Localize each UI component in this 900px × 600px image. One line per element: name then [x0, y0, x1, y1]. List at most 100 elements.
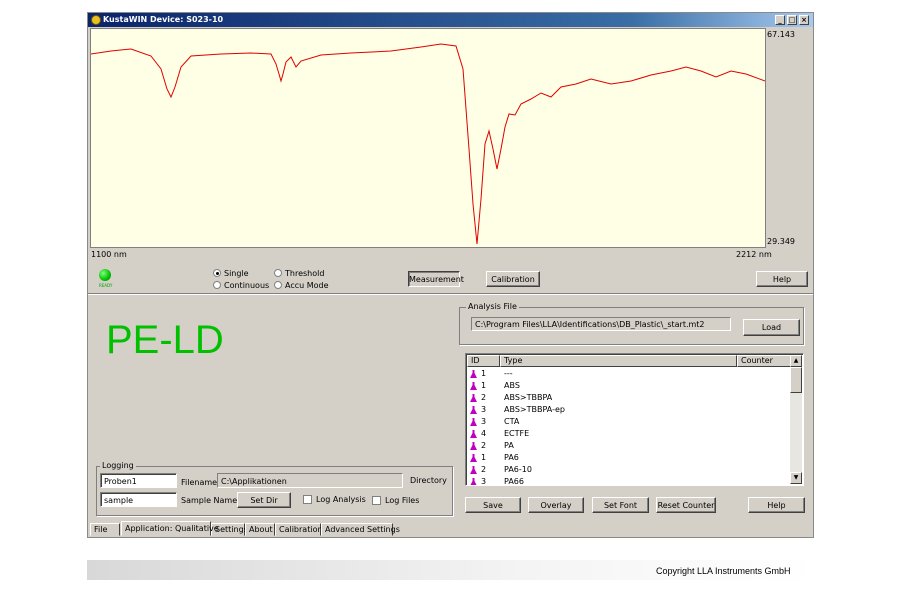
- flask-icon: [470, 454, 477, 462]
- list-item-type: PA: [504, 441, 514, 450]
- list-item-id: 1: [481, 381, 487, 390]
- close-button[interactable]: ×: [799, 15, 809, 25]
- directory-label: Directory: [410, 476, 447, 485]
- list-item-id: 2: [481, 393, 487, 402]
- single-label: Single: [224, 269, 249, 278]
- y-min-label: 29.349: [767, 237, 795, 246]
- analysis-file-path: C:\Program Files\LLA\Identifications\DB_…: [471, 317, 731, 331]
- list-scrollbar[interactable]: ▲ ▼: [790, 355, 802, 484]
- analysis-file-title: Analysis File: [466, 302, 519, 311]
- column-header-id[interactable]: ID: [467, 355, 500, 367]
- window-title: KustaWIN Device: S023-10: [103, 15, 224, 24]
- panel-separator-highlight: [88, 294, 813, 295]
- list-item[interactable]: 3 ABS>TBBPA-ep: [469, 404, 789, 416]
- list-item-type: ABS>TBBPA: [504, 393, 553, 402]
- x-max-label: 2212 nm: [736, 250, 772, 259]
- set-font-button[interactable]: Set Font: [592, 497, 649, 513]
- filename-field[interactable]: Proben1: [100, 473, 177, 488]
- list-item-type: ABS>TBBPA-ep: [504, 405, 565, 414]
- continuous-label: Continuous: [224, 281, 270, 290]
- flask-icon: [470, 442, 477, 450]
- reset-counter-button[interactable]: Reset Counter: [656, 497, 716, 513]
- log-files-checkbox[interactable]: [372, 496, 381, 505]
- calibration-button[interactable]: Calibration: [486, 271, 540, 287]
- title-bar: KustaWIN Device: S023-10 _ □ ×: [88, 13, 813, 27]
- result-text: PE-LD: [106, 318, 224, 362]
- tab-application-qualitative[interactable]: Application: Qualitative: [121, 521, 219, 536]
- help-button-bottom[interactable]: Help: [748, 497, 805, 513]
- save-button[interactable]: Save: [465, 497, 521, 513]
- list-item-id: 3: [481, 405, 487, 414]
- threshold-label: Threshold: [285, 269, 325, 278]
- app-window: KustaWIN Device: S023-10 _ □ × 67.143 29…: [87, 12, 814, 538]
- log-analysis-checkbox[interactable]: [303, 495, 312, 504]
- load-button[interactable]: Load: [743, 319, 800, 336]
- column-header-type[interactable]: Type: [500, 355, 737, 367]
- minimize-button[interactable]: _: [775, 15, 785, 25]
- single-radio[interactable]: [213, 269, 221, 277]
- logging-title: Logging: [100, 461, 136, 470]
- set-dir-button[interactable]: Set Dir: [237, 492, 291, 508]
- tab-advanced-settings[interactable]: Advanced Settings: [321, 523, 400, 536]
- copyright-text: Copyright LLA Instruments GmbH: [656, 566, 791, 576]
- tab-file[interactable]: File: [90, 523, 120, 536]
- list-item[interactable]: 3 CTA: [469, 416, 789, 428]
- directory-field: C:\Applikationen: [217, 473, 403, 488]
- flask-icon: [470, 418, 477, 426]
- list-item[interactable]: 2 PA: [469, 440, 789, 452]
- list-item-type: ---: [504, 369, 513, 378]
- list-item-id: 3: [481, 477, 487, 486]
- list-item-id: 2: [481, 465, 487, 474]
- maximize-button[interactable]: □: [787, 15, 797, 25]
- list-item[interactable]: 3 PA66: [469, 476, 789, 486]
- sample-name-field[interactable]: sample: [100, 492, 177, 507]
- flask-icon: [470, 430, 477, 438]
- type-list[interactable]: ID Type Counter 1 --- 1 ABS 2 ABS>TBBPA 3 ABS>T…: [465, 353, 804, 486]
- list-item-id: 4: [481, 429, 487, 438]
- list-item-type: ECTFE: [504, 429, 530, 438]
- x-min-label: 1100 nm: [91, 250, 127, 259]
- list-item-id: 1: [481, 453, 487, 462]
- status-label: READY: [99, 283, 113, 288]
- overlay-button[interactable]: Overlay: [528, 497, 584, 513]
- scroll-thumb[interactable]: [790, 367, 802, 393]
- list-item-type: CTA: [504, 417, 520, 426]
- status-led: [99, 269, 111, 281]
- flask-icon: [470, 382, 477, 390]
- list-header: ID Type Counter: [467, 355, 791, 367]
- log-files-label: Log Files: [385, 496, 420, 505]
- spectrum-line: [90, 43, 766, 245]
- tab-calibration[interactable]: Calibration: [275, 523, 323, 536]
- column-header-counter[interactable]: Counter: [737, 355, 791, 367]
- flask-icon: [470, 406, 477, 414]
- accu-mode-radio[interactable]: [274, 281, 282, 289]
- list-item[interactable]: 1 ABS: [469, 380, 789, 392]
- filename-label: Filename: [181, 478, 218, 487]
- log-analysis-label: Log Analysis: [316, 495, 366, 504]
- accu-mode-label: Accu Mode: [285, 281, 329, 290]
- flask-icon: [470, 466, 477, 474]
- list-item-type: PA6-10: [504, 465, 532, 474]
- measurement-button[interactable]: Measurement: [408, 271, 464, 287]
- sample-name-label: Sample Name: [181, 496, 238, 505]
- flask-icon: [470, 478, 477, 485]
- tab-about[interactable]: About: [245, 523, 275, 536]
- scroll-up-icon[interactable]: ▲: [790, 355, 802, 367]
- list-item-type: ABS: [504, 381, 520, 390]
- list-item[interactable]: 2 PA6-10: [469, 464, 789, 476]
- continuous-radio[interactable]: [213, 281, 221, 289]
- app-icon: [91, 15, 101, 25]
- list-item[interactable]: 1 PA6: [469, 452, 789, 464]
- y-max-label: 67.143: [767, 30, 795, 39]
- scroll-down-icon[interactable]: ▼: [790, 472, 802, 484]
- list-item-id: 2: [481, 441, 487, 450]
- list-item[interactable]: 2 ABS>TBBPA: [469, 392, 789, 404]
- spectrum-chart: [90, 43, 766, 245]
- list-item[interactable]: 1 ---: [469, 368, 789, 380]
- list-item[interactable]: 4 ECTFE: [469, 428, 789, 440]
- flask-icon: [470, 370, 477, 378]
- list-item-type: PA6: [504, 453, 519, 462]
- threshold-radio[interactable]: [274, 269, 282, 277]
- list-item-id: 3: [481, 417, 487, 426]
- help-button-top[interactable]: Help: [756, 271, 808, 287]
